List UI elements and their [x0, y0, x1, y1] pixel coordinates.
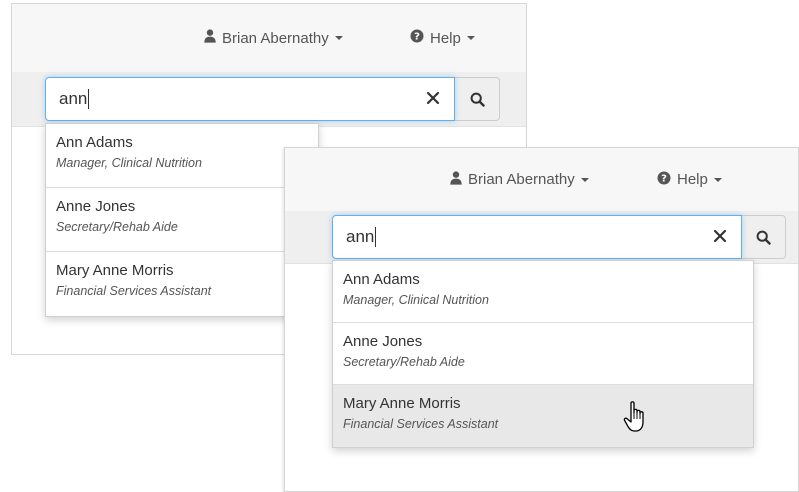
- navbar: Brian Abernathy ? Help: [285, 148, 798, 211]
- help-menu[interactable]: ? Help: [410, 4, 475, 72]
- search-input[interactable]: ann: [45, 77, 455, 121]
- search-group: ann: [332, 215, 786, 259]
- app-window-front: Brian Abernathy ? Help ann Ann Adams Man…: [284, 147, 799, 492]
- search-results-dropdown: Ann Adams Manager, Clinical Nutrition An…: [332, 260, 754, 448]
- svg-text:?: ?: [414, 32, 420, 43]
- result-job-title: Manager, Clinical Nutrition: [343, 293, 489, 307]
- close-icon: [713, 229, 727, 243]
- chevron-down-icon: [334, 36, 343, 40]
- user-icon: [204, 29, 216, 47]
- search-button[interactable]: [742, 215, 786, 259]
- search-result-item[interactable]: Mary Anne Morris Financial Services Assi…: [46, 252, 318, 316]
- help-menu[interactable]: ? Help: [657, 148, 722, 211]
- search-results-dropdown: Ann Adams Manager, Clinical Nutrition An…: [45, 123, 319, 317]
- hand-pointer-icon: [623, 401, 644, 432]
- result-job-title: Financial Services Assistant: [56, 284, 212, 298]
- result-job-title: Manager, Clinical Nutrition: [56, 156, 202, 170]
- search-result-item[interactable]: Ann Adams Manager, Clinical Nutrition: [46, 124, 318, 188]
- user-menu[interactable]: Brian Abernathy: [450, 148, 589, 211]
- result-job-title: Secretary/Rehab Aide: [343, 355, 465, 369]
- chevron-down-icon: [580, 177, 589, 182]
- result-name: Anne Jones: [56, 198, 136, 215]
- close-icon: [426, 91, 440, 105]
- search-result-item[interactable]: Anne Jones Secretary/Rehab Aide: [46, 188, 318, 252]
- help-menu-label: Help: [677, 171, 708, 188]
- clear-search-button[interactable]: [426, 89, 440, 109]
- result-name: Mary Anne Morris: [56, 262, 174, 279]
- result-name: Anne Jones: [343, 333, 423, 350]
- user-menu-label: Brian Abernathy: [468, 171, 575, 188]
- search-result-item-hovered[interactable]: Mary Anne Morris Financial Services Assi…: [333, 385, 753, 447]
- search-button[interactable]: [455, 77, 500, 121]
- result-job-title: Financial Services Assistant: [343, 417, 499, 431]
- search-result-item[interactable]: Ann Adams Manager, Clinical Nutrition: [333, 261, 753, 323]
- question-circle-icon: ?: [410, 29, 424, 47]
- search-icon: [470, 92, 485, 107]
- result-job-title: Secretary/Rehab Aide: [56, 220, 178, 234]
- result-name: Mary Anne Morris: [343, 395, 461, 412]
- user-menu[interactable]: Brian Abernathy: [204, 4, 343, 72]
- search-input-value: ann: [59, 89, 88, 108]
- navbar: Brian Abernathy ? Help: [12, 4, 526, 72]
- user-menu-label: Brian Abernathy: [222, 29, 329, 47]
- text-caret: [88, 89, 90, 109]
- chevron-down-icon: [713, 177, 722, 182]
- result-name: Ann Adams: [343, 271, 420, 288]
- help-menu-label: Help: [430, 29, 461, 47]
- search-input-value: ann: [346, 227, 375, 246]
- search-result-item[interactable]: Anne Jones Secretary/Rehab Aide: [333, 323, 753, 385]
- chevron-down-icon: [466, 36, 475, 40]
- search-icon: [756, 230, 771, 245]
- result-name: Ann Adams: [56, 134, 133, 151]
- search-input[interactable]: ann: [332, 215, 742, 259]
- user-icon: [450, 170, 462, 189]
- clear-search-button[interactable]: [713, 227, 727, 247]
- svg-text:?: ?: [661, 173, 667, 184]
- question-circle-icon: ?: [657, 171, 671, 189]
- search-group: ann: [45, 77, 500, 121]
- text-caret: [375, 227, 377, 247]
